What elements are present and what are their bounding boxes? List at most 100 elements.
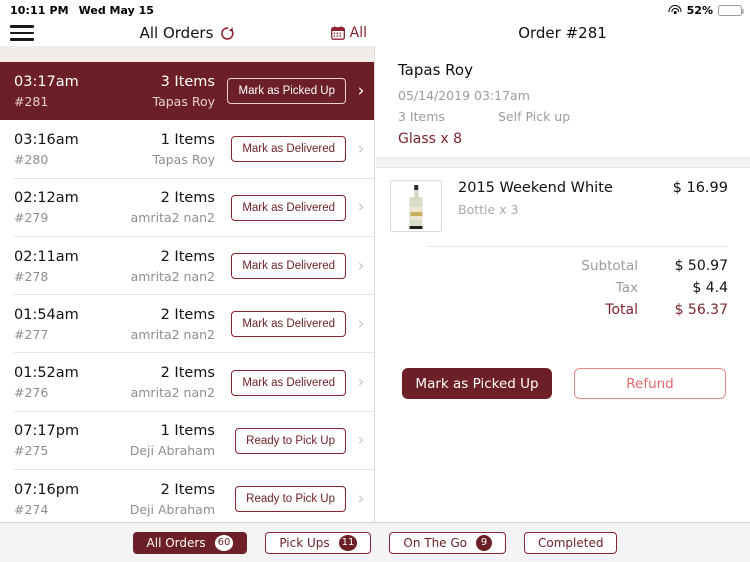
totals-value: $ 56.37 [674,302,728,318]
totals-value: $ 4.4 [692,280,728,296]
order-items-column: 1 Items Tapas Roy [118,131,215,168]
order-status-button[interactable]: Mark as Delivered [231,253,346,280]
order-time-column: 03:17am #281 [14,73,118,110]
order-item-count: 3 Items [160,73,215,90]
detail-title: Order #281 [518,24,607,42]
order-list[interactable]: 03:17am #281 3 Items Tapas Roy Mark as Picke… [0,46,375,522]
order-id: #277 [14,326,49,342]
chevron-right-icon[interactable]: › [354,199,368,216]
order-time: 07:16pm [14,481,80,498]
mark-as-picked-up-button[interactable]: Mark as Picked Up [402,368,552,399]
line-item-name: 2015 Weekend White [458,180,613,196]
detail-order-datetime: 05/14/2019 03:17am [398,88,530,103]
order-time-column: 02:11am #278 [14,248,118,285]
order-status-button[interactable]: Ready to Pick Up [235,427,346,454]
order-items-column: 2 Items Deji Abraham [118,481,215,518]
order-row[interactable]: 01:52am #276 2 Items amrita2 nan2 Mark as De… [0,353,374,412]
order-row[interactable]: 02:12am #279 2 Items amrita2 nan2 Mark as De… [0,178,374,237]
order-id: #279 [14,210,49,226]
tab-on-the-go[interactable]: On The Go 9 [389,531,507,554]
tab-badge: 9 [476,534,493,551]
order-item-count: 2 Items [160,190,215,207]
battery-percent-label: 52% [686,3,713,17]
totals-label: Total [605,302,638,318]
order-customer: amrita2 nan2 [130,210,215,226]
order-id: #274 [14,501,49,517]
navigation-bar: All Orders All Order #281 [0,20,750,46]
order-time-column: 07:16pm #274 [14,481,118,518]
order-action-column: Mark as Picked Up › [215,78,368,105]
order-item-count: 2 Items [160,306,215,323]
tab-pick-ups[interactable]: Pick Ups 11 [265,531,372,554]
chevron-right-icon[interactable]: › [354,432,368,449]
totals-label: Subtotal [581,258,638,274]
status-bar-date: Wed May 15 [78,3,154,17]
chevron-right-icon[interactable]: › [354,315,368,333]
line-item-info: 2015 Weekend White $ 16.99 Bottle x 3 [442,180,728,217]
chevron-right-icon[interactable]: › [354,374,368,391]
left-title-group: All Orders [0,24,375,42]
order-row[interactable]: 01:54am #277 2 Items amrita2 nan2 Mark as De… [0,295,374,354]
order-row[interactable]: 07:16pm #274 2 Items Deji Abraham Ready to P… [0,470,374,522]
order-id: #280 [14,151,49,167]
order-action-column: Mark as Delivered › [215,369,368,396]
battery-charging-icon: ⚡ [718,4,744,16]
order-action-column: Mark as Delivered › [215,136,368,163]
order-action-column: Ready to Pick Up › [215,427,368,454]
order-row[interactable]: 03:16am #280 1 Items Tapas Roy Mark as Deliv… [0,120,374,179]
order-status-button[interactable]: Mark as Delivered [231,136,346,163]
order-action-column: Mark as Delivered › [215,194,368,221]
line-item: 2015 Weekend White $ 16.99 Bottle x 3 [376,168,750,232]
tab-label: On The Go [403,535,468,550]
order-status-button[interactable]: Mark as Picked Up [227,78,346,105]
calendar-filter-button[interactable]: All [330,25,367,41]
order-item-count: 2 Items [160,481,215,498]
order-time-column: 03:16am #280 [14,131,118,168]
chevron-right-icon[interactable]: › [354,140,368,158]
order-item-count: 2 Items [160,365,215,382]
order-row[interactable]: 07:17pm #275 1 Items Deji Abraham Ready to P… [0,411,374,471]
detail-glass-line: Glass x 8 [398,131,462,147]
order-items-column: 2 Items amrita2 nan2 [118,248,215,285]
order-status-button[interactable]: Mark as Delivered [231,194,346,221]
order-time-column: 01:52am #276 [14,364,118,401]
order-status-button[interactable]: Ready to Pick Up [235,486,346,513]
order-time-column: 07:17pm #275 [14,422,118,459]
tab-completed[interactable]: Completed [524,531,618,554]
order-time: 02:11am [14,248,79,265]
list-top-band [0,46,374,62]
order-items-column: 2 Items amrita2 nan2 [118,364,215,401]
chevron-right-icon[interactable]: › [354,490,368,508]
order-time: 01:52am [14,365,79,382]
order-time: 02:12am [14,190,79,207]
ios-status-bar: 10:11 PM Wed May 15 52% ⚡ [0,0,750,20]
order-status-button[interactable]: Mark as Delivered [231,369,346,396]
order-customer: amrita2 nan2 [130,326,215,342]
order-customer: amrita2 nan2 [130,385,215,401]
tab-badge: 60 [214,534,234,551]
order-items-column: 1 Items Deji Abraham [118,422,215,459]
detail-items-count: 3 Items [398,109,445,124]
order-row[interactable]: 02:11am #278 2 Items amrita2 nan2 Mark as De… [0,236,374,296]
wifi-icon [668,5,682,15]
order-customer: Deji Abraham [129,443,215,459]
order-management-app: 10:11 PM Wed May 15 52% ⚡ All Orders All… [0,0,750,562]
order-time: 07:17pm [14,423,80,440]
detail-fulfillment-type: Self Pick up [498,109,571,124]
refresh-icon[interactable] [220,26,235,41]
bottom-tab-bar[interactable]: All Orders 60 Pick Ups 11 On The Go 9 Complete… [0,522,750,562]
order-items-column: 2 Items amrita2 nan2 [118,189,215,226]
order-row[interactable]: 03:17am #281 3 Items Tapas Roy Mark as Picke… [0,62,374,121]
chevron-right-icon[interactable]: › [354,257,368,275]
totals-value: $ 50.97 [674,258,728,274]
refund-button[interactable]: Refund [574,368,726,399]
order-item-count: 1 Items [160,423,215,440]
order-rows-container: 03:17am #281 3 Items Tapas Roy Mark as Picke… [0,62,374,522]
chevron-right-icon[interactable]: › [354,82,368,100]
detail-customer-name: Tapas Roy [398,61,473,79]
tab-all-orders[interactable]: All Orders 60 [132,531,248,554]
order-status-button[interactable]: Mark as Delivered [231,311,346,338]
order-items-column: 2 Items amrita2 nan2 [118,306,215,343]
order-customer: amrita2 nan2 [130,268,215,284]
order-totals: Subtotal $ 50.97 Tax $ 4.4 Total $ 56.37 [376,247,750,321]
